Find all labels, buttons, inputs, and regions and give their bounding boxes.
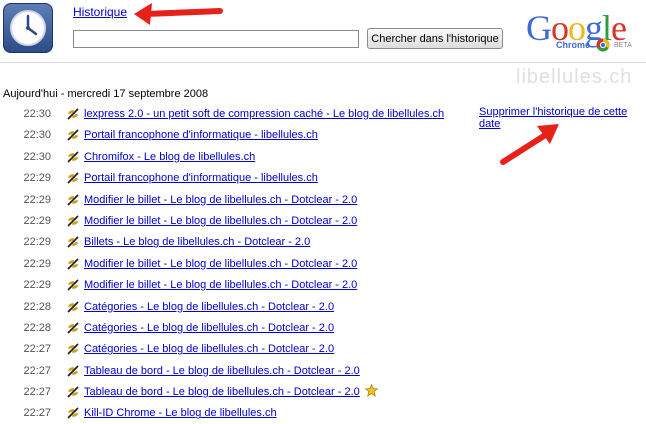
history-time: 22:28 [23, 300, 51, 313]
history-row: 22:29 Billets - Le blog de libellules.ch… [0, 233, 470, 254]
history-row: 22:29 Modifier le billet - Le blog de li… [0, 212, 470, 233]
dragonfly-favicon-icon [67, 193, 79, 206]
history-link[interactable]: Modifier le billet - Le blog de libellul… [84, 215, 357, 227]
libellules-watermark: libellules.ch [516, 66, 633, 88]
history-time: 22:28 [23, 321, 51, 334]
dragonfly-favicon-icon [67, 322, 79, 334]
starred-marker [362, 384, 378, 397]
dragonfly-favicon-icon [67, 108, 79, 120]
history-time: 22:29 [23, 214, 51, 227]
history-row: 22:30 Portail francophone d'informatique… [0, 126, 470, 147]
history-time: 22:29 [23, 236, 51, 249]
dragonfly-favicon-icon [67, 300, 79, 313]
history-row: 22:28 Catégories - Le blog de libellules… [0, 319, 470, 340]
history-time: 22:27 [23, 386, 51, 399]
history-link[interactable]: Catégories - Le blog de libellules.ch - … [84, 322, 334, 334]
history-row: 22:29 Modifier le billet - Le blog de li… [0, 276, 470, 297]
history-time: 22:30 [23, 108, 51, 120]
history-clock-icon [3, 3, 53, 53]
history-row: 22:30 Chromifox - Le blog de libellules.… [0, 148, 470, 169]
history-title-link[interactable]: Historique [73, 5, 127, 19]
history-link[interactable]: Catégories - Le blog de libellules.ch - … [84, 343, 334, 355]
beta-label: BETA [614, 42, 632, 49]
history-row: 22:29 Modifier le billet - Le blog de li… [0, 191, 470, 212]
history-time: 22:27 [23, 364, 51, 377]
history-page: Historique Chercher dans l'historique Go… [0, 0, 646, 424]
dragonfly-favicon-icon [67, 236, 79, 248]
history-row: 22:27 Tableau de bord - Le blog de libel… [0, 383, 470, 404]
history-time: 22:27 [23, 343, 51, 356]
dragonfly-favicon-icon [67, 407, 79, 420]
history-time: 22:29 [23, 193, 51, 206]
dragonfly-favicon-icon [67, 129, 79, 142]
history-search-input[interactable] [73, 30, 359, 48]
search-history-button[interactable]: Chercher dans l'historique [367, 28, 503, 49]
history-link[interactable]: Modifier le billet - Le blog de libellul… [84, 194, 357, 206]
history-link[interactable]: Chromifox - Le blog de libellules.ch [84, 151, 255, 163]
red-arrow-pointing-delete-link-icon [500, 124, 559, 165]
history-row: 22:27 Kill-ID Chrome - Le blog de libell… [0, 404, 470, 424]
star-icon[interactable] [365, 384, 378, 397]
history-time: 22:30 [23, 129, 51, 142]
history-link[interactable]: Catégories - Le blog de libellules.ch - … [84, 301, 334, 313]
history-row: 22:27 Tableau de bord - Le blog de libel… [0, 362, 470, 383]
dragonfly-favicon-icon [67, 172, 79, 184]
history-header: Historique Chercher dans l'historique Go… [0, 0, 646, 62]
history-row: 22:30 lexpress 2.0 - un petit soft de co… [0, 105, 470, 126]
clock-face-graphic [10, 10, 46, 46]
chrome-ball-icon [596, 38, 610, 52]
dragonfly-favicon-icon [67, 386, 79, 398]
history-link[interactable]: Portail francophone d'informatique - lib… [84, 172, 318, 184]
dragonfly-favicon-icon [67, 215, 79, 227]
dragonfly-favicon-icon [67, 365, 79, 377]
dragonfly-favicon-icon [67, 343, 79, 355]
dragonfly-favicon-icon [67, 258, 79, 270]
history-time: 22:29 [23, 279, 51, 292]
chrome-label: Chrome [556, 40, 591, 50]
history-time: 22:27 [23, 407, 51, 420]
history-time: 22:30 [23, 150, 51, 163]
header-divider [0, 62, 646, 63]
history-link[interactable]: Billets - Le blog de libellules.ch - Dot… [84, 236, 310, 248]
dragonfly-favicon-icon [67, 151, 79, 163]
history-row: 22:29 Modifier le billet - Le blog de li… [0, 255, 470, 276]
history-link[interactable]: Tableau de bord - Le blog de libellules.… [84, 365, 360, 377]
history-link[interactable]: Kill-ID Chrome - Le blog de libellules.c… [84, 407, 277, 419]
dragonfly-favicon-icon [67, 279, 79, 291]
history-link[interactable]: Modifier le billet - Le blog de libellul… [84, 279, 357, 291]
history-link[interactable]: Modifier le billet - Le blog de libellul… [84, 258, 357, 270]
history-time: 22:29 [23, 257, 51, 270]
history-link[interactable]: Portail francophone d'informatique - lib… [84, 129, 318, 141]
history-link[interactable]: Tableau de bord - Le blog de libellules.… [84, 386, 360, 398]
date-heading: Aujourd'hui - mercredi 17 septembre 2008 [3, 88, 209, 100]
history-link[interactable]: lexpress 2.0 - un petit soft de compress… [84, 108, 444, 120]
history-row: 22:29 Portail francophone d'informatique… [0, 169, 470, 190]
google-chrome-logo: Google Chrome BETA [526, 8, 641, 54]
history-row: 22:27 Catégories - Le blog de libellules… [0, 340, 470, 361]
history-list: 22:30 lexpress 2.0 - un petit soft de co… [0, 105, 470, 424]
history-row: 22:28 Catégories - Le blog de libellules… [0, 298, 470, 319]
history-time: 22:29 [23, 172, 51, 185]
red-arrow-pointing-title-icon [134, 3, 223, 25]
